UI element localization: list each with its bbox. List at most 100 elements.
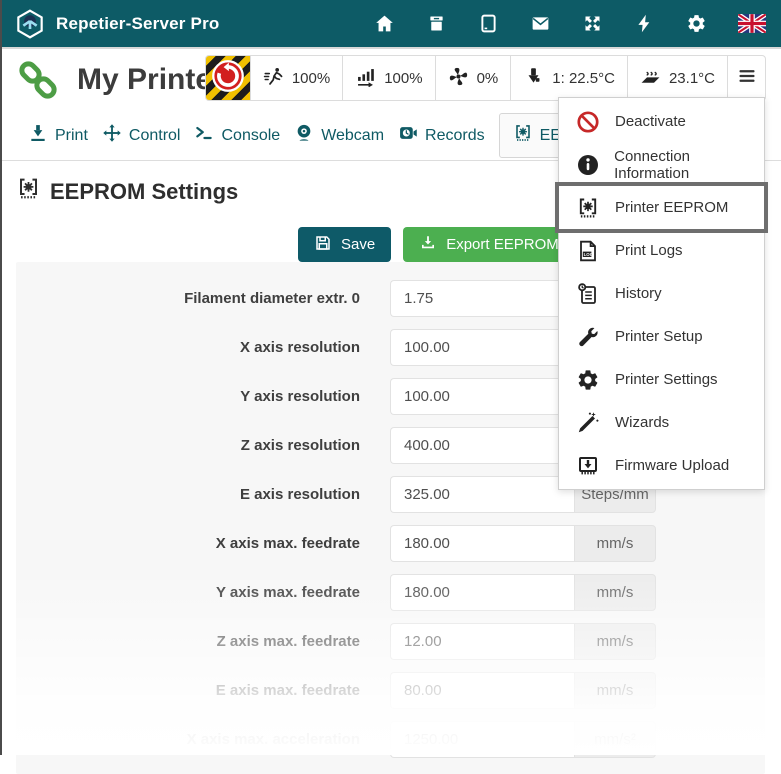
gear-icon	[575, 368, 601, 392]
print-icon	[28, 123, 48, 148]
form-input-1[interactable]	[390, 329, 574, 366]
menu-item-label: History	[615, 285, 662, 302]
menu-item-printer-settings[interactable]: Printer Settings	[559, 358, 764, 401]
form-row: X axis max. acceleration mm/s²	[16, 715, 765, 764]
form-input-0[interactable]	[390, 280, 574, 317]
home-icon[interactable]	[374, 13, 395, 34]
expand-arrows-icon[interactable]	[582, 13, 603, 34]
form-label: E axis max. feedrate	[16, 682, 360, 699]
menu-item-label: Wizards	[615, 414, 669, 431]
menu-item-label: Firmware Upload	[615, 457, 729, 474]
menu-item-printer-setup[interactable]: Printer Setup	[559, 315, 764, 358]
menu-item-label: Print Logs	[615, 242, 683, 259]
tab-print[interactable]: Print	[28, 123, 88, 148]
records-icon	[398, 123, 418, 148]
stat-value: 23.1°C	[669, 70, 715, 87]
unit-addon: mm/s	[574, 574, 656, 611]
control-icon	[102, 123, 122, 148]
page-title: EEPROM Settings	[16, 176, 238, 207]
unit-addon: mm/s²	[574, 721, 656, 758]
wrench-icon	[575, 325, 601, 349]
chip-icon	[16, 176, 41, 207]
stat-value: 100%	[384, 70, 422, 87]
form-row: Y axis max. feedrate mm/s	[16, 568, 765, 617]
wand-icon	[575, 411, 601, 435]
unit-addon: mm/s	[574, 672, 656, 709]
navbar-icons	[374, 13, 766, 34]
tab-control[interactable]: Control	[102, 123, 181, 148]
menu-item-printer-eeprom[interactable]: Printer EEPROM	[559, 186, 764, 229]
form-row: Z axis max. feedrate mm/s	[16, 617, 765, 666]
form-label: E axis resolution	[16, 486, 360, 503]
form-input-5[interactable]	[390, 525, 574, 562]
form-input-7[interactable]	[390, 623, 574, 660]
gear-icon[interactable]	[686, 13, 707, 34]
page-title-text: EEPROM Settings	[50, 179, 238, 205]
menu-item-firmware-upload[interactable]: Firmware Upload	[559, 444, 764, 487]
form-label: Filament diameter extr. 0	[16, 290, 360, 307]
menu-item-label: Printer Setup	[615, 328, 703, 345]
form-label: Z axis resolution	[16, 437, 360, 454]
tablet-icon[interactable]	[478, 13, 499, 34]
app-title: Repetier-Server Pro	[56, 14, 219, 34]
form-label: Y axis resolution	[16, 388, 360, 405]
tab-label: Records	[425, 127, 485, 145]
save-button[interactable]: Save	[298, 227, 391, 262]
printer-name: My Printer	[77, 63, 224, 97]
form-label: X axis resolution	[16, 339, 360, 356]
form-input-8[interactable]	[390, 672, 574, 709]
menu-item-deactivate[interactable]: Deactivate	[559, 100, 764, 143]
printer-toolbar: 100% 100% 0% 1: 22.5°C 23.1°C	[205, 55, 766, 101]
top-navbar: Repetier-Server Pro	[0, 0, 781, 47]
printer-dropdown-menu: Deactivate Connection Information Printe…	[558, 97, 765, 490]
printer-box-icon[interactable]	[426, 13, 447, 34]
ban-icon	[575, 110, 601, 134]
extruder-icon	[523, 66, 544, 91]
form-input-9[interactable]	[390, 721, 574, 758]
save-button-label: Save	[341, 236, 375, 253]
form-input-2[interactable]	[390, 378, 574, 415]
chip-icon	[513, 123, 533, 148]
speed-icon	[263, 66, 284, 91]
webcam-icon	[294, 123, 314, 148]
tab-label: Webcam	[321, 127, 384, 145]
menu-item-wizards[interactable]: Wizards	[559, 401, 764, 444]
bolt-icon[interactable]	[634, 13, 655, 34]
menu-item-history[interactable]: History	[559, 272, 764, 315]
stat-value: 0%	[477, 70, 499, 87]
printer-stat-fan[interactable]: 0%	[435, 56, 511, 100]
tab-label: Control	[129, 127, 181, 145]
form-row: X axis max. feedrate mm/s	[16, 519, 765, 568]
menu-item-label: Printer EEPROM	[615, 199, 728, 216]
tab-console[interactable]: Console	[194, 123, 280, 148]
save-icon	[314, 234, 332, 256]
menu-item-print-logs[interactable]: LOG Print Logs	[559, 229, 764, 272]
flow-icon	[355, 66, 376, 91]
menu-item-label: Deactivate	[615, 113, 686, 130]
printer-stat-speed[interactable]: 100%	[250, 56, 342, 100]
emergency-stop-button[interactable]	[206, 56, 250, 100]
stat-value: 1: 22.5°C	[552, 70, 615, 87]
printer-menu-button[interactable]	[727, 56, 765, 100]
firmware-icon	[575, 454, 601, 478]
printer-link-icon	[15, 57, 61, 103]
form-input-6[interactable]	[390, 574, 574, 611]
form-input-3[interactable]	[390, 427, 574, 464]
form-label: X axis max. acceleration	[16, 731, 360, 748]
printer-stat-bed[interactable]: 23.1°C	[627, 56, 727, 100]
flag-uk-icon[interactable]	[738, 14, 766, 33]
mail-icon[interactable]	[530, 13, 551, 34]
tab-records[interactable]: Records	[398, 123, 485, 148]
history-icon	[575, 282, 601, 306]
form-input-4[interactable]	[390, 476, 574, 513]
printer-stat-flow[interactable]: 100%	[342, 56, 434, 100]
tab-webcam[interactable]: Webcam	[294, 123, 384, 148]
unit-addon: mm/s	[574, 623, 656, 660]
stat-value: 100%	[292, 70, 330, 87]
menu-item-connection-information[interactable]: Connection Information	[559, 143, 764, 186]
fan-icon	[448, 66, 469, 91]
menu-item-label: Printer Settings	[615, 371, 718, 388]
repetier-logo-icon	[15, 9, 45, 39]
window-left-edge	[0, 0, 2, 755]
printer-stat-extruder[interactable]: 1: 22.5°C	[510, 56, 627, 100]
